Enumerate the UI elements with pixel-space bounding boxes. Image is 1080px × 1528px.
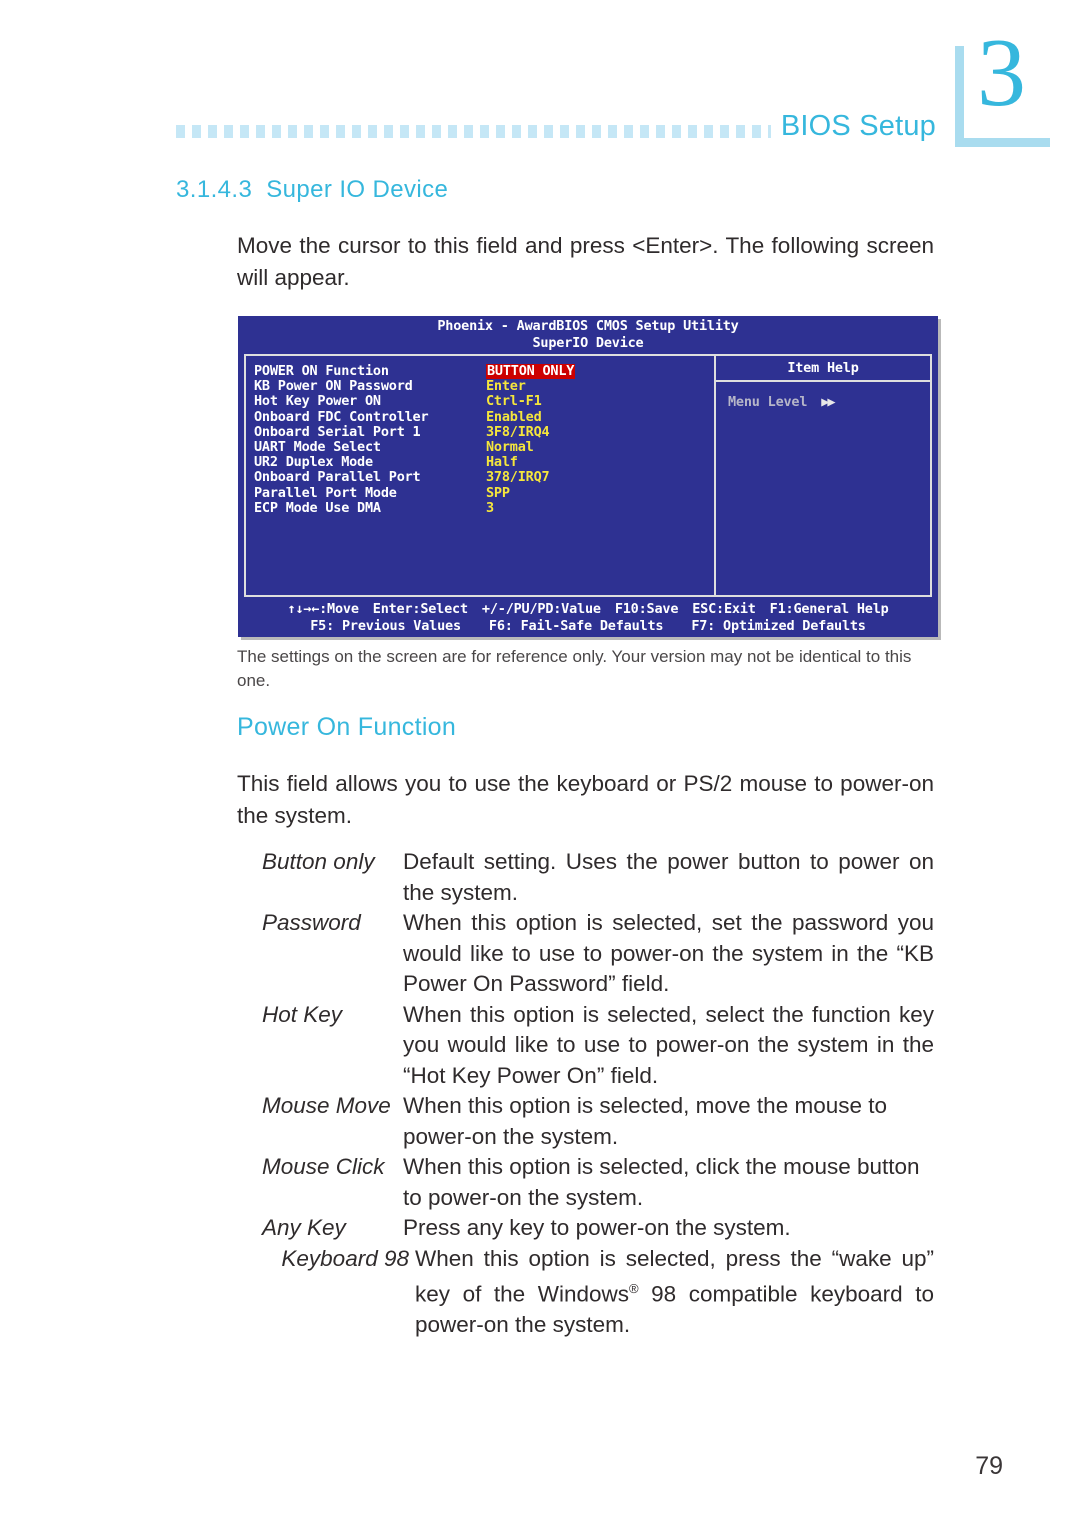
bios-title-bar: Phoenix - AwardBIOS CMOS Setup Utility S… — [238, 316, 938, 352]
bios-hotkey-exit: ESC:Exit — [692, 601, 756, 617]
definition-item: Mouse Move When this option is selected,… — [262, 1091, 934, 1152]
bios-menu-row[interactable]: ECP Mode Use DMA 3 — [254, 499, 714, 516]
bios-menu-row[interactable]: KB Power ON Password Enter — [254, 378, 714, 395]
definition-description: When this option is selected, click the … — [403, 1154, 920, 1210]
bios-menu-row[interactable]: UR2 Duplex Mode Half — [254, 454, 714, 471]
section-number: 3.1.4.3 — [176, 176, 253, 203]
figure-caption: The settings on the screen are for refer… — [237, 647, 912, 690]
bios-menu-label: POWER ON Function — [254, 363, 389, 379]
bios-menu-value[interactable]: 378/IRQ7 — [486, 470, 550, 485]
bios-hotkey-select: Enter:Select — [372, 601, 468, 617]
bios-menu-label: Onboard FDC Controller — [254, 408, 429, 425]
bios-menu-label: UART Mode Select — [254, 438, 381, 455]
bios-body-frame: POWER ON Function BUTTON ONLY KB Power O… — [244, 354, 932, 597]
double-chevron-right-icon: ▶▶ — [821, 394, 835, 410]
section-title: Super IO Device — [266, 176, 449, 203]
bios-footer-hotkeys: ↑↓→←:Move Enter:Select +/-/PU/PD:Value F10:… — [244, 600, 932, 634]
bios-hotkey-value: +/-/PU/PD:Value — [481, 601, 601, 617]
bios-title-line2: SuperIO Device — [532, 335, 644, 351]
definition-item: Any Key Press any key to power-on the sy… — [262, 1213, 934, 1244]
definition-term: Keyboard 98 — [281, 1245, 409, 1271]
definition-term: Mouse Move — [262, 1093, 391, 1118]
bios-item-help-pane: Item Help Menu Level ▶▶ — [716, 356, 930, 595]
bios-setup-screenshot: Phoenix - AwardBIOS CMOS Setup Utility S… — [238, 316, 938, 637]
subsection-paragraph: This field allows you to use the keyboar… — [237, 771, 934, 828]
bios-menu-value[interactable]: 3 — [486, 500, 494, 516]
definition-term: Mouse Click — [262, 1154, 385, 1179]
bios-menu-level-row: Menu Level ▶▶ — [716, 382, 930, 410]
definition-description: When this option is selected, select the… — [403, 1001, 934, 1088]
running-head-title: BIOS Setup — [780, 109, 936, 142]
definition-list: Button only Default setting. Uses the po… — [262, 847, 934, 1341]
bios-menu-value[interactable]: SPP — [486, 485, 510, 501]
chapter-marker-vertical-rule — [955, 46, 964, 147]
bios-menu-label: ECP Mode Use DMA — [254, 499, 381, 516]
dotted-rule-decoration — [176, 104, 771, 148]
definition-description: When this option is selected, press the … — [415, 1244, 934, 1341]
chapter-marker-horizontal-rule — [955, 138, 1050, 147]
page-number: 79 — [975, 1452, 1003, 1480]
definition-description: When this option is selected, move the m… — [403, 1093, 888, 1149]
chapter-marker: 3 — [955, 24, 1050, 156]
running-head: BIOS Setup — [176, 104, 936, 148]
bios-hotkey-general-help: F1:General Help — [769, 601, 889, 617]
bios-footer-line1: ↑↓→←:Move Enter:Select +/-/PU/PD:Value F10:… — [244, 601, 932, 618]
bios-menu-value[interactable]: Enter — [486, 378, 526, 394]
bios-menu-label: Parallel Port Mode — [254, 484, 397, 501]
definition-item: Button only Default setting. Uses the po… — [262, 847, 934, 908]
bios-menu-value[interactable]: Half — [486, 454, 518, 470]
definition-description: Press any key to power-on the system. — [403, 1215, 791, 1240]
definition-item: Hot Key When this option is selected, se… — [262, 1000, 934, 1092]
bios-menu-value[interactable]: BUTTON ONLY — [486, 363, 576, 380]
section-heading: 3.1.4.3 Super IO Device — [176, 176, 448, 204]
bios-menu-row[interactable]: POWER ON Function BUTTON ONLY — [254, 363, 714, 380]
definition-description: Default setting. Uses the power button t… — [403, 849, 934, 905]
bios-footer-line2: F5: Previous Values F6: Fail-Safe Default… — [244, 618, 932, 635]
bios-menu-value[interactable]: Ctrl-F1 — [486, 394, 542, 409]
bios-menu-value[interactable]: 3F8/IRQ4 — [486, 424, 550, 440]
bios-menu-value[interactable]: Enabled — [486, 409, 542, 425]
intro-paragraph: Move the cursor to this field and press … — [237, 233, 934, 290]
chapter-number: 3 — [977, 19, 1026, 127]
definition-item: Password When this option is selected, s… — [262, 908, 934, 1000]
bios-menu-row[interactable]: Hot Key Power ON Ctrl-F1 — [254, 394, 714, 409]
bios-menu-pane: POWER ON Function BUTTON ONLY KB Power O… — [246, 356, 716, 595]
definition-term: Hot Key — [262, 1001, 343, 1027]
definition-term: Password — [262, 910, 361, 935]
bios-menu-value[interactable]: Normal — [486, 439, 534, 455]
bios-menu-row[interactable]: UART Mode Select Normal — [254, 438, 714, 455]
bios-menu-row[interactable]: Parallel Port Mode SPP — [254, 484, 714, 501]
subsection-heading: Power On Function — [237, 713, 457, 741]
definition-term: Any Key — [262, 1215, 346, 1240]
bios-menu-row[interactable]: Onboard Serial Port 1 3F8/IRQ4 — [254, 423, 714, 440]
bios-title-line1: Phoenix - AwardBIOS CMOS Setup Utility — [437, 318, 739, 334]
bios-hotkey-move: ↑↓→←:Move — [287, 601, 359, 617]
definition-description: When this option is selected, set the pa… — [403, 910, 934, 996]
bios-menu-label: Onboard Serial Port 1 — [254, 423, 421, 440]
bios-menu-label: Onboard Parallel Port — [254, 469, 421, 486]
definition-item: Keyboard 98 When this option is selected… — [262, 1244, 934, 1341]
registered-trademark-icon: ® — [629, 1281, 639, 1296]
bios-menu-row[interactable]: Onboard FDC Controller Enabled — [254, 408, 714, 425]
definition-term: Button only — [262, 849, 375, 874]
bios-hotkey-fail-safe-defaults: F6: Fail-Safe Defaults — [488, 617, 664, 634]
definition-item: Mouse Click When this option is selected… — [262, 1152, 934, 1213]
bios-hotkey-save: F10:Save — [614, 601, 679, 617]
bios-menu-label: UR2 Duplex Mode — [254, 454, 373, 471]
bios-item-help-title: Item Help — [716, 356, 930, 382]
bios-menu-label: Hot Key Power ON — [254, 393, 381, 410]
bios-menu-row[interactable]: Onboard Parallel Port 378/IRQ7 — [254, 470, 714, 485]
bios-hotkey-optimized-defaults: F7: Optimized Defaults — [691, 617, 866, 634]
bios-menu-level-label: Menu Level — [728, 394, 808, 410]
bios-menu-label: KB Power ON Password — [254, 378, 413, 395]
bios-hotkey-previous-values: F5: Previous Values — [310, 617, 461, 634]
